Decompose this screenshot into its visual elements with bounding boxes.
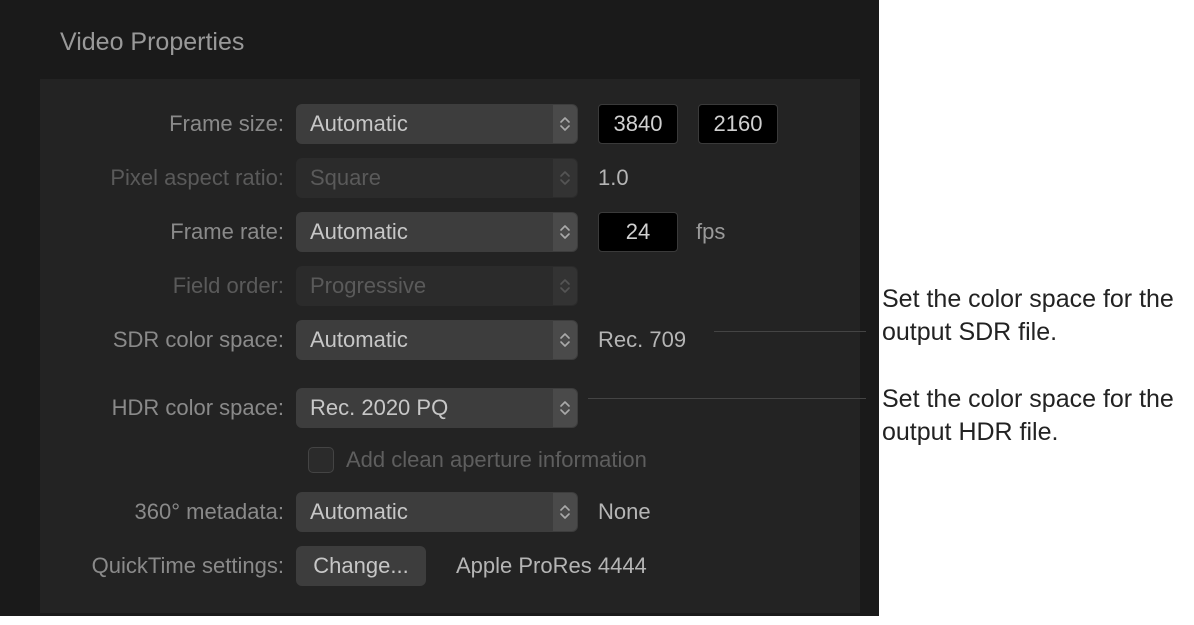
- updown-icon: [553, 321, 577, 359]
- par-value: 1.0: [598, 165, 629, 191]
- updown-icon: [553, 159, 577, 197]
- clean-aperture-label: Add clean aperture information: [346, 447, 647, 473]
- updown-icon: [553, 213, 577, 251]
- qt-label: QuickTime settings:: [50, 553, 296, 579]
- meta360-label: 360° metadata:: [50, 499, 296, 525]
- frame-size-label: Frame size:: [50, 111, 296, 137]
- frame-size-popup-value: Automatic: [310, 111, 408, 137]
- par-label: Pixel aspect ratio:: [50, 165, 296, 191]
- frame-rate-popup-value: Automatic: [310, 219, 408, 245]
- properties-box: Frame size: Automatic 3840 2160 Pixel as…: [40, 79, 860, 613]
- sdr-color-space-row: SDR color space: Automatic Rec. 709: [50, 313, 840, 367]
- hdr-callout: Set the color space for the output HDR f…: [882, 383, 1192, 448]
- frame-rate-field[interactable]: 24: [598, 212, 678, 252]
- section-title: Video Properties: [60, 28, 849, 57]
- leader-line: [714, 331, 866, 332]
- meta360-popup-value: Automatic: [310, 499, 408, 525]
- quicktime-row: QuickTime settings: Change... Apple ProR…: [50, 539, 840, 593]
- meta360-value: None: [598, 499, 651, 525]
- updown-icon: [553, 389, 577, 427]
- frame-size-row: Frame size: Automatic 3840 2160: [50, 97, 840, 151]
- pixel-aspect-row: Pixel aspect ratio: Square 1.0: [50, 151, 840, 205]
- frame-rate-label: Frame rate:: [50, 219, 296, 245]
- hdr-label: HDR color space:: [50, 395, 296, 421]
- sdr-popup-value: Automatic: [310, 327, 408, 353]
- frame-height-field[interactable]: 2160: [698, 104, 778, 144]
- frame-width-field[interactable]: 3840: [598, 104, 678, 144]
- sdr-popup[interactable]: Automatic: [296, 320, 578, 360]
- clean-aperture-checkbox[interactable]: [308, 447, 334, 473]
- updown-icon: [553, 267, 577, 305]
- sdr-value: Rec. 709: [598, 327, 686, 353]
- hdr-popup-value: Rec. 2020 PQ: [310, 395, 448, 421]
- fps-unit: fps: [696, 219, 725, 245]
- updown-icon: [553, 493, 577, 531]
- leader-line: [588, 398, 866, 399]
- par-popup-value: Square: [310, 165, 381, 191]
- frame-rate-row: Frame rate: Automatic 24 fps: [50, 205, 840, 259]
- qt-change-button[interactable]: Change...: [296, 546, 426, 586]
- field-order-row: Field order: Progressive: [50, 259, 840, 313]
- hdr-popup[interactable]: Rec. 2020 PQ: [296, 388, 578, 428]
- frame-rate-popup[interactable]: Automatic: [296, 212, 578, 252]
- video-properties-panel: Video Properties Frame size: Automatic 3…: [0, 0, 879, 616]
- field-order-popup-value: Progressive: [310, 273, 426, 299]
- sdr-label: SDR color space:: [50, 327, 296, 353]
- clean-aperture-row: Add clean aperture information: [50, 435, 840, 485]
- meta360-popup[interactable]: Automatic: [296, 492, 578, 532]
- qt-codec: Apple ProRes 4444: [456, 553, 647, 579]
- field-order-label: Field order:: [50, 273, 296, 299]
- par-popup: Square: [296, 158, 578, 198]
- hdr-color-space-row: HDR color space: Rec. 2020 PQ: [50, 381, 840, 435]
- sdr-callout: Set the color space for the output SDR f…: [882, 283, 1192, 348]
- meta360-row: 360° metadata: Automatic None: [50, 485, 840, 539]
- frame-size-popup[interactable]: Automatic: [296, 104, 578, 144]
- field-order-popup: Progressive: [296, 266, 578, 306]
- updown-icon: [553, 105, 577, 143]
